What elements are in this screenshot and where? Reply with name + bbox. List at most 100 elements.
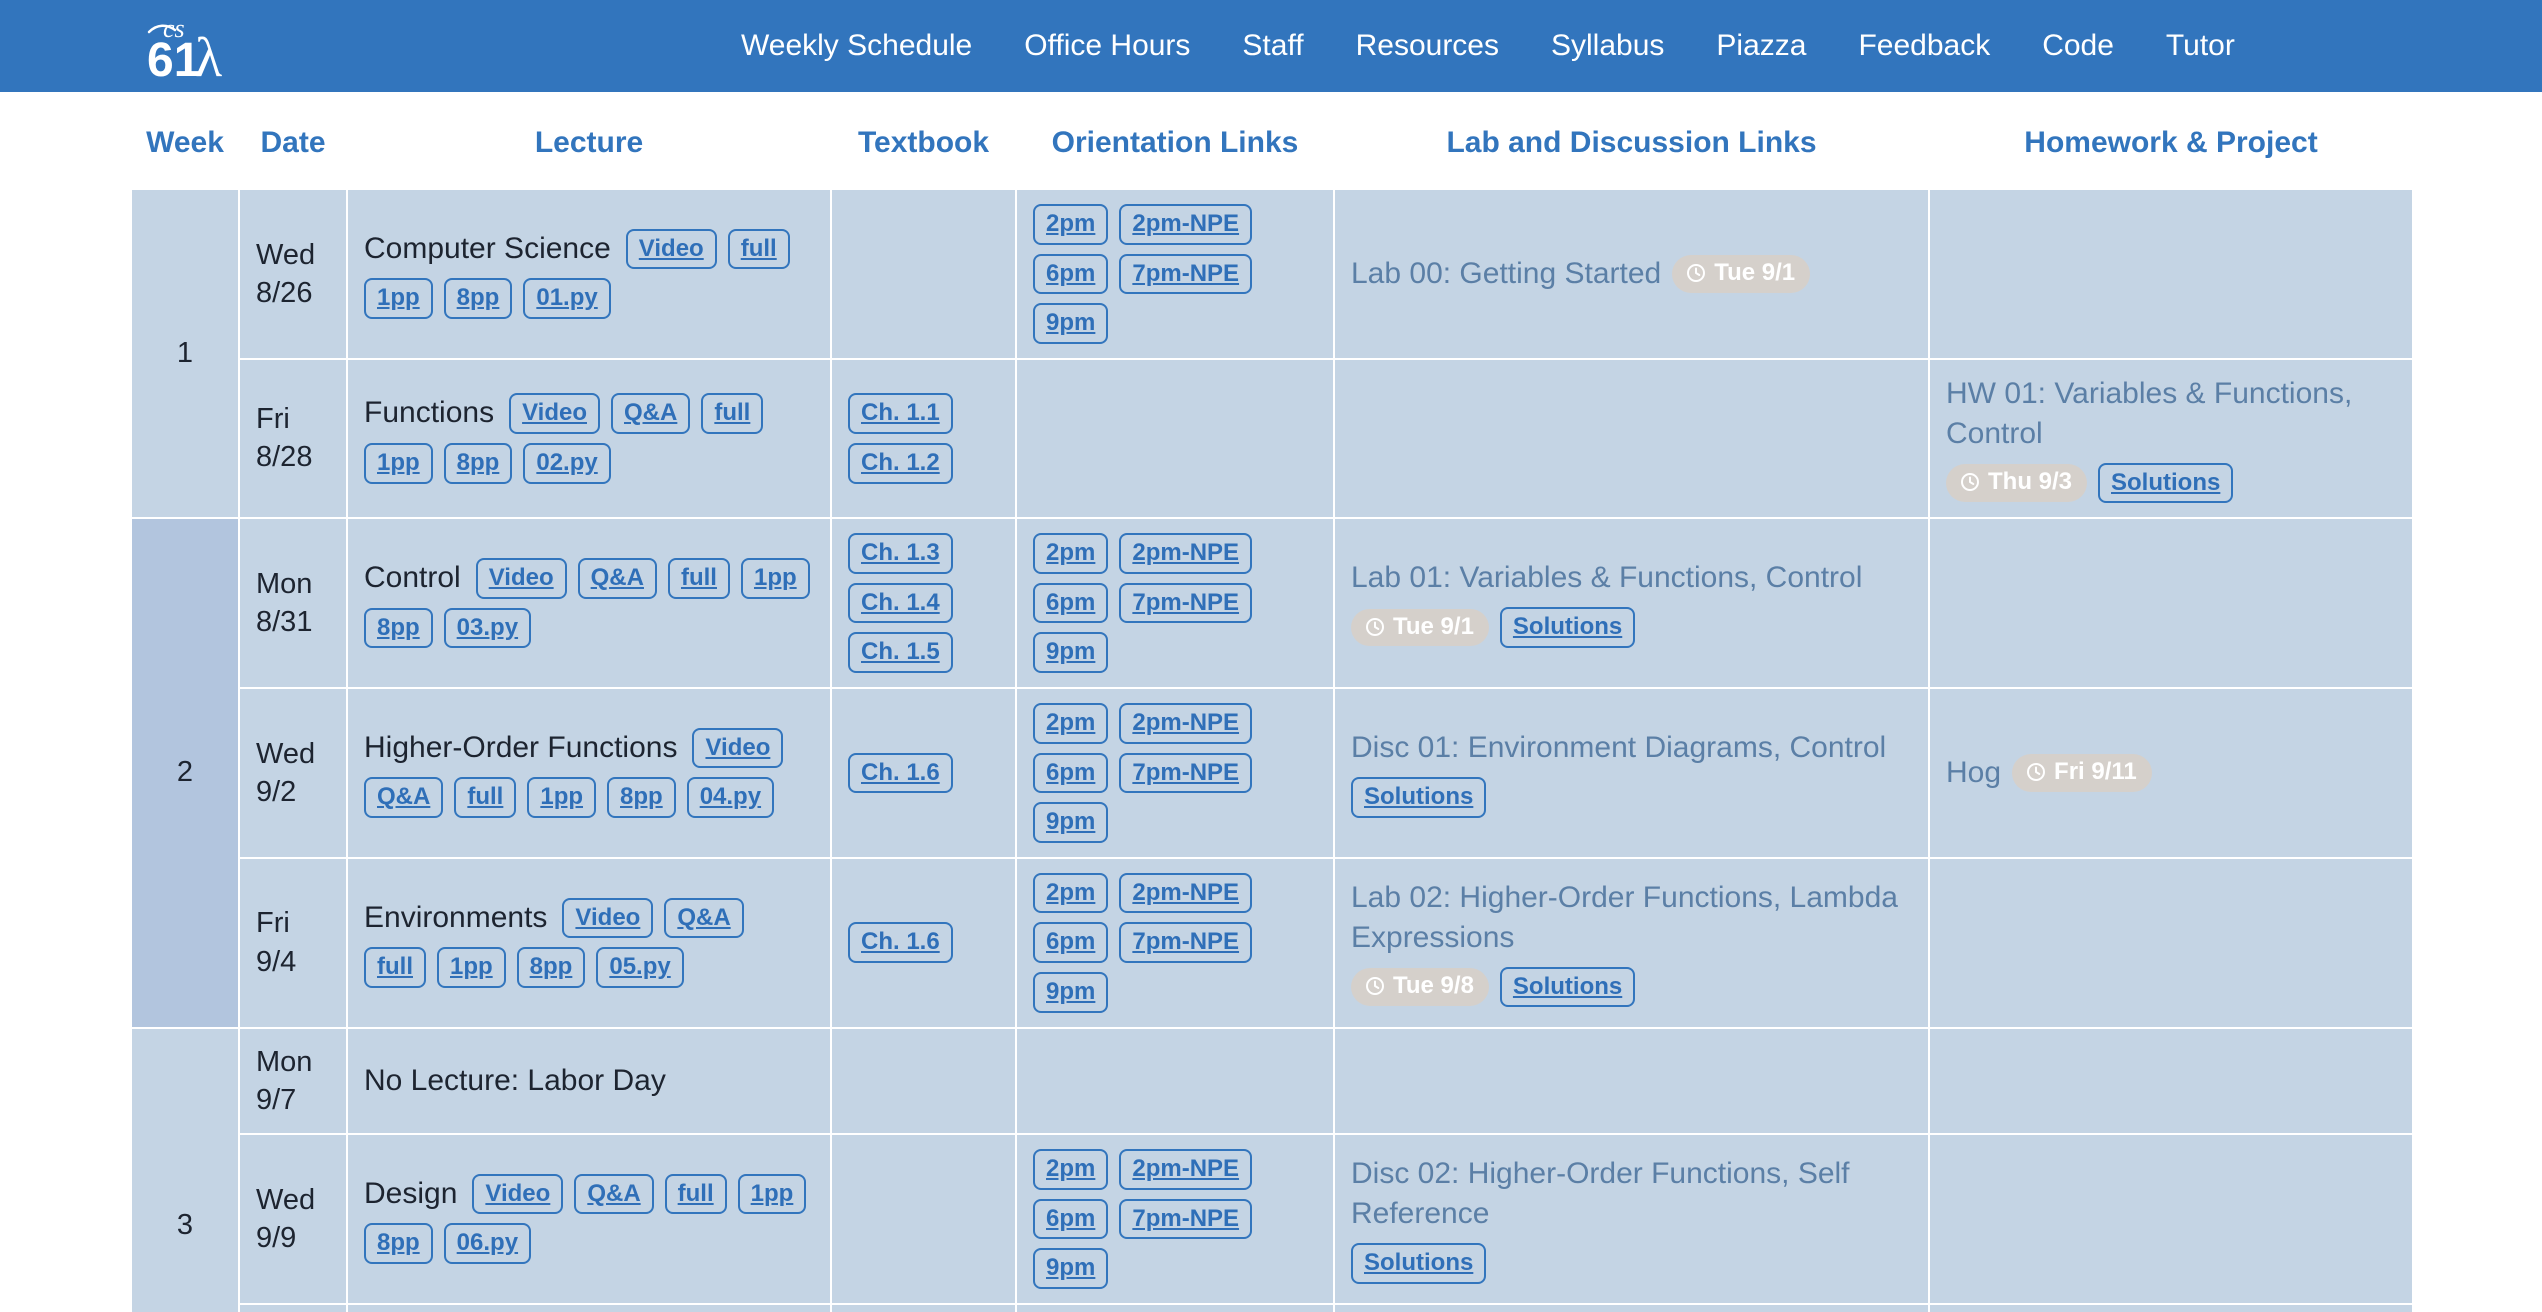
orientation-link-row: 9pm bbox=[1033, 1248, 1109, 1289]
lecture-link-q-a[interactable]: Q&A bbox=[664, 897, 744, 939]
lecture-link-full[interactable]: full bbox=[364, 947, 426, 988]
orientation-link-row: 6pm 7pm-NPE bbox=[1033, 1198, 1253, 1240]
lecture-content: Functions Video Q&A full 1pp 8pp 02.py bbox=[364, 393, 814, 484]
orientation-link-2pm[interactable]: 2pm bbox=[1033, 702, 1109, 744]
orientation-link-2pm-npe[interactable]: 2pm-NPE bbox=[1119, 533, 1253, 574]
textbook-link-ch-1-6[interactable]: Ch. 1.6 bbox=[848, 922, 953, 963]
lecture-link-05-py[interactable]: 05.py bbox=[596, 947, 684, 988]
lab-link[interactable]: Disc 01: Environment Diagrams, Control bbox=[1351, 728, 1886, 768]
orientation-link-6pm[interactable]: 6pm bbox=[1033, 922, 1109, 963]
homework-link[interactable]: Hog bbox=[1946, 753, 2001, 793]
orientation-link-2pm[interactable]: 2pm bbox=[1033, 1149, 1109, 1190]
lecture-link-8pp[interactable]: 8pp bbox=[443, 278, 513, 319]
lecture-link-1pp[interactable]: 1pp bbox=[527, 777, 597, 818]
nav-item-resources[interactable]: Resources bbox=[1330, 21, 1525, 71]
orientation-link-2pm[interactable]: 2pm bbox=[1033, 872, 1109, 914]
orientation-link-9pm[interactable]: 9pm bbox=[1033, 303, 1109, 344]
lecture-link-1pp[interactable]: 1pp bbox=[364, 442, 433, 484]
lecture-link-video[interactable]: Video bbox=[509, 393, 600, 434]
lecture-link-full[interactable]: full bbox=[664, 1173, 727, 1215]
lecture-link-8pp[interactable]: 8pp bbox=[364, 1223, 433, 1265]
nav-item-syllabus[interactable]: Syllabus bbox=[1525, 21, 1690, 71]
textbook-link-ch-1-2[interactable]: Ch. 1.2 bbox=[848, 442, 953, 484]
lecture-link-04-py[interactable]: 04.py bbox=[686, 777, 775, 818]
lecture-link-01-py[interactable]: 01.py bbox=[523, 278, 611, 319]
lecture-link-1pp[interactable]: 1pp bbox=[737, 1173, 807, 1215]
lab-link[interactable]: Lab 00: Getting Started bbox=[1351, 254, 1661, 294]
lab-link-solutions[interactable]: Solutions bbox=[1499, 966, 1636, 1008]
textbook-link-ch-1-3[interactable]: Ch. 1.3 bbox=[848, 533, 953, 574]
orientation-link-6pm[interactable]: 6pm bbox=[1033, 582, 1109, 624]
nav-item-staff[interactable]: Staff bbox=[1216, 21, 1329, 71]
lecture-link-8pp[interactable]: 8pp bbox=[443, 442, 513, 484]
lab-link-solutions[interactable]: Solutions bbox=[1499, 607, 1636, 648]
lecture-link-q-a[interactable]: Q&A bbox=[577, 557, 657, 599]
orientation-link-9pm[interactable]: 9pm bbox=[1033, 632, 1109, 673]
lecture-link-video[interactable]: Video bbox=[562, 897, 654, 939]
orientation-link-2pm-npe[interactable]: 2pm-NPE bbox=[1119, 1149, 1253, 1190]
lecture-link-video[interactable]: Video bbox=[692, 727, 784, 769]
orientation-link-7pm-npe[interactable]: 7pm-NPE bbox=[1119, 922, 1253, 963]
lecture-link-q-a[interactable]: Q&A bbox=[364, 777, 444, 818]
textbook-links: Ch. 1.3 Ch. 1.4 Ch. 1.5 bbox=[848, 533, 999, 673]
lecture-link-06-py[interactable]: 06.py bbox=[443, 1223, 532, 1265]
nav-item-office-hours[interactable]: Office Hours bbox=[998, 21, 1216, 71]
orientation-link-7pm-npe[interactable]: 7pm-NPE bbox=[1119, 752, 1253, 794]
lecture-link-full[interactable]: full bbox=[454, 777, 517, 818]
lab-link[interactable]: Lab 01: Variables & Functions, Control bbox=[1351, 558, 1862, 598]
orientation-link-9pm[interactable]: 9pm bbox=[1033, 971, 1109, 1013]
orientation-link-2pm[interactable]: 2pm bbox=[1033, 533, 1109, 574]
orientation-link-6pm[interactable]: 6pm bbox=[1033, 752, 1109, 794]
orientation-cell bbox=[1015, 1302, 1335, 1312]
textbook-link-ch-1-1[interactable]: Ch. 1.1 bbox=[848, 393, 953, 434]
nav-item-code[interactable]: Code bbox=[2016, 21, 2140, 71]
date-number: 8/26 bbox=[256, 276, 313, 309]
lecture-link-full[interactable]: full bbox=[727, 228, 790, 270]
lecture-link-1pp[interactable]: 1pp bbox=[437, 947, 506, 988]
date-number: 9/4 bbox=[256, 945, 297, 978]
orientation-links: 2pm 2pm-NPE 6pm 7pm-NPE 9pm bbox=[1033, 204, 1317, 344]
lab-link-solutions[interactable]: Solutions bbox=[1351, 1243, 1487, 1284]
lecture-link-q-a[interactable]: Q&A bbox=[611, 393, 691, 434]
lecture-link-8pp[interactable]: 8pp bbox=[607, 777, 676, 818]
orientation-link-2pm-npe[interactable]: 2pm-NPE bbox=[1119, 702, 1253, 744]
nav-item-weekly-schedule[interactable]: Weekly Schedule bbox=[715, 21, 998, 71]
orientation-link-6pm[interactable]: 6pm bbox=[1033, 1198, 1109, 1240]
nav-item-piazza[interactable]: Piazza bbox=[1690, 21, 1832, 71]
lecture-link-02-py[interactable]: 02.py bbox=[523, 442, 611, 484]
textbook-link-ch-1-5[interactable]: Ch. 1.5 bbox=[848, 632, 953, 673]
lecture-cell: Control Video Q&A full 1pp 8pp 03.py bbox=[346, 517, 832, 689]
orientation-link-2pm[interactable]: 2pm bbox=[1033, 204, 1109, 245]
orientation-link-9pm[interactable]: 9pm bbox=[1033, 802, 1109, 843]
lecture-link-video[interactable]: Video bbox=[625, 228, 717, 270]
lecture-link-video[interactable]: Video bbox=[475, 557, 567, 599]
lecture-link-1pp[interactable]: 1pp bbox=[364, 278, 433, 319]
brand-logo[interactable]: cs 61 λ bbox=[140, 9, 250, 83]
lecture-link-full[interactable]: full bbox=[701, 393, 764, 434]
lecture-link-03-py[interactable]: 03.py bbox=[443, 607, 532, 649]
textbook-link-ch-1-4[interactable]: Ch. 1.4 bbox=[848, 582, 953, 624]
orientation-cell: 2pm 2pm-NPE 6pm 7pm-NPE 9pm bbox=[1015, 856, 1335, 1029]
lecture-link-8pp[interactable]: 8pp bbox=[516, 947, 586, 988]
homework-link[interactable]: HW 01: Variables & Functions, Control bbox=[1946, 374, 2396, 454]
lecture-link-8pp[interactable]: 8pp bbox=[364, 607, 433, 649]
lab-link[interactable]: Disc 02: Higher-Order Functions, Self Re… bbox=[1351, 1154, 1912, 1234]
orientation-link-2pm-npe[interactable]: 2pm-NPE bbox=[1119, 204, 1253, 245]
lecture-link-video[interactable]: Video bbox=[472, 1173, 564, 1215]
lab-link[interactable]: Lab 02: Higher-Order Functions, Lambda E… bbox=[1351, 878, 1912, 958]
orientation-link-7pm-npe[interactable]: 7pm-NPE bbox=[1119, 582, 1253, 624]
orientation-link-7pm-npe[interactable]: 7pm-NPE bbox=[1119, 1198, 1253, 1240]
nav-item-tutor[interactable]: Tutor bbox=[2140, 21, 2261, 71]
orientation-link-9pm[interactable]: 9pm bbox=[1033, 1248, 1109, 1289]
lecture-link-full[interactable]: full bbox=[667, 557, 730, 599]
orientation-link-2pm-npe[interactable]: 2pm-NPE bbox=[1119, 872, 1253, 914]
homework-due-badge: Fri 9/11 bbox=[2012, 753, 2152, 792]
lecture-link-1pp[interactable]: 1pp bbox=[740, 557, 810, 599]
orientation-link-6pm[interactable]: 6pm bbox=[1033, 253, 1109, 295]
orientation-link-7pm-npe[interactable]: 7pm-NPE bbox=[1119, 253, 1253, 295]
textbook-link-ch-1-6[interactable]: Ch. 1.6 bbox=[848, 752, 953, 794]
lecture-link-q-a[interactable]: Q&A bbox=[574, 1173, 654, 1215]
nav-item-feedback[interactable]: Feedback bbox=[1832, 21, 2016, 71]
lab-link-solutions[interactable]: Solutions bbox=[1351, 776, 1487, 818]
homework-link-solutions[interactable]: Solutions bbox=[2098, 462, 2234, 504]
